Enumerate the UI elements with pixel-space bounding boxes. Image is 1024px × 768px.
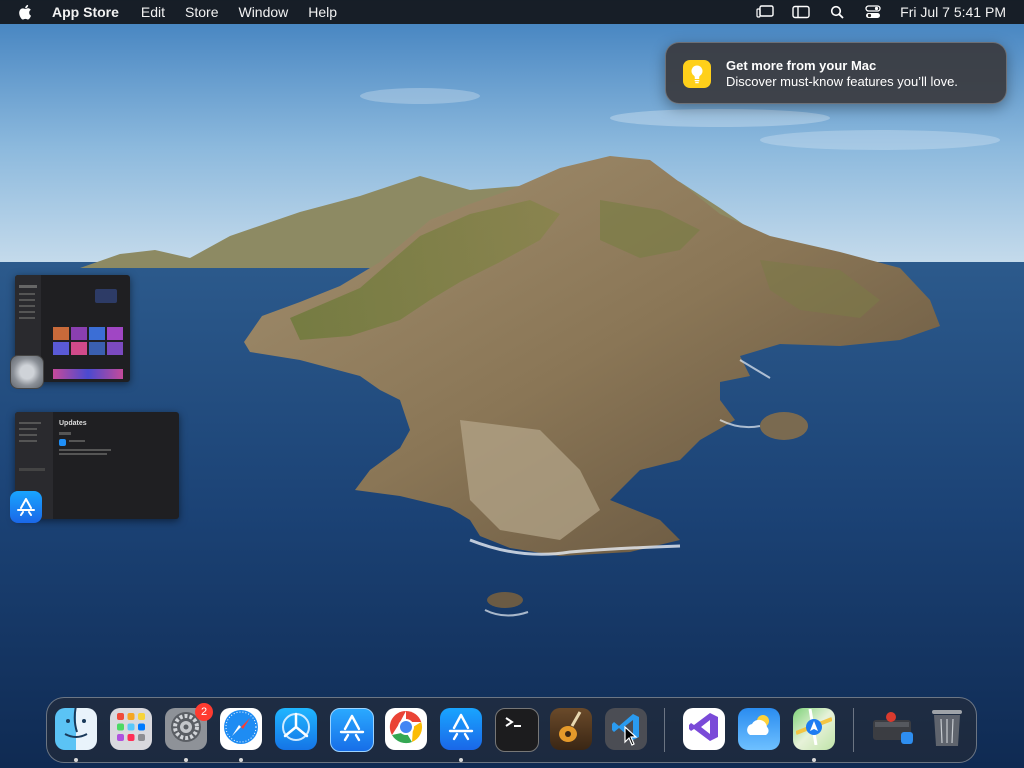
apple-menu-icon[interactable] — [18, 3, 34, 21]
running-indicator — [459, 758, 463, 762]
control-center-icon[interactable] — [864, 5, 882, 19]
notification-banner[interactable]: Get more from your Mac Discover must-kno… — [665, 42, 1007, 104]
stage-window-heading: Updates — [59, 420, 87, 427]
dock-finder[interactable] — [55, 708, 97, 750]
launchpad-icon — [116, 712, 146, 747]
dock-testflight[interactable] — [275, 708, 317, 750]
dock-downloads-stack[interactable] — [871, 708, 913, 750]
menu-app-name[interactable]: App Store — [52, 0, 119, 24]
weather-icon — [741, 709, 777, 750]
running-indicator — [184, 758, 188, 762]
dock-separator — [664, 708, 665, 752]
trash-icon — [927, 708, 967, 750]
menu-help[interactable]: Help — [308, 0, 337, 24]
app-store-icon[interactable] — [10, 491, 42, 523]
desktop-wallpaper — [0, 0, 1024, 768]
dock-safari[interactable] — [220, 708, 262, 750]
menu-window[interactable]: Window — [238, 0, 288, 24]
notification-title: Get more from your Mac — [726, 58, 877, 73]
notification-badge: 2 — [195, 703, 213, 721]
lightbulb-icon — [683, 60, 711, 88]
status-area: Fri Jul 7 5:41 PM — [738, 0, 1006, 24]
dock-terminal[interactable] — [495, 708, 539, 752]
dock-app-store-connect[interactable] — [330, 708, 374, 752]
dock-weather[interactable] — [738, 708, 780, 750]
dock-chrome[interactable] — [385, 708, 427, 750]
dock-garageband[interactable] — [550, 708, 592, 750]
stage-manager-icon[interactable] — [756, 5, 774, 19]
search-icon[interactable] — [828, 5, 846, 19]
app-store-icon — [446, 712, 476, 747]
safari-icon — [222, 708, 260, 750]
guitar-icon — [552, 708, 590, 750]
app-store-connect-icon — [337, 713, 367, 748]
running-indicator — [74, 758, 78, 762]
dock-visual-studio[interactable] — [683, 708, 725, 750]
dock-separator — [853, 708, 854, 752]
menu-edit[interactable]: Edit — [141, 0, 165, 24]
visual-studio-icon — [688, 711, 720, 748]
sidebar-icon[interactable] — [792, 5, 810, 19]
dock-maps[interactable] — [793, 708, 835, 750]
dock-app-store[interactable] — [440, 708, 482, 750]
menu-bar: App Store Edit Store Window Help Fri Jul… — [0, 0, 1024, 24]
finder-icon — [55, 708, 97, 750]
notification-body: Discover must-know features you’ll love. — [726, 74, 958, 89]
testflight-icon — [279, 710, 313, 749]
dock-trash[interactable] — [926, 708, 968, 750]
dock: 2 — [46, 697, 977, 763]
menu-store[interactable]: Store — [185, 0, 218, 24]
dock-launchpad[interactable] — [110, 708, 152, 750]
running-indicator — [239, 758, 243, 762]
chrome-icon — [387, 708, 425, 750]
terminal-icon — [499, 710, 535, 751]
mouse-pointer-icon — [624, 725, 638, 751]
running-indicator — [812, 758, 816, 762]
downloads-stack-icon — [871, 708, 913, 750]
menu-clock[interactable]: Fri Jul 7 5:41 PM — [900, 4, 1006, 20]
maps-icon — [795, 708, 833, 750]
system-settings-icon[interactable] — [10, 355, 44, 389]
